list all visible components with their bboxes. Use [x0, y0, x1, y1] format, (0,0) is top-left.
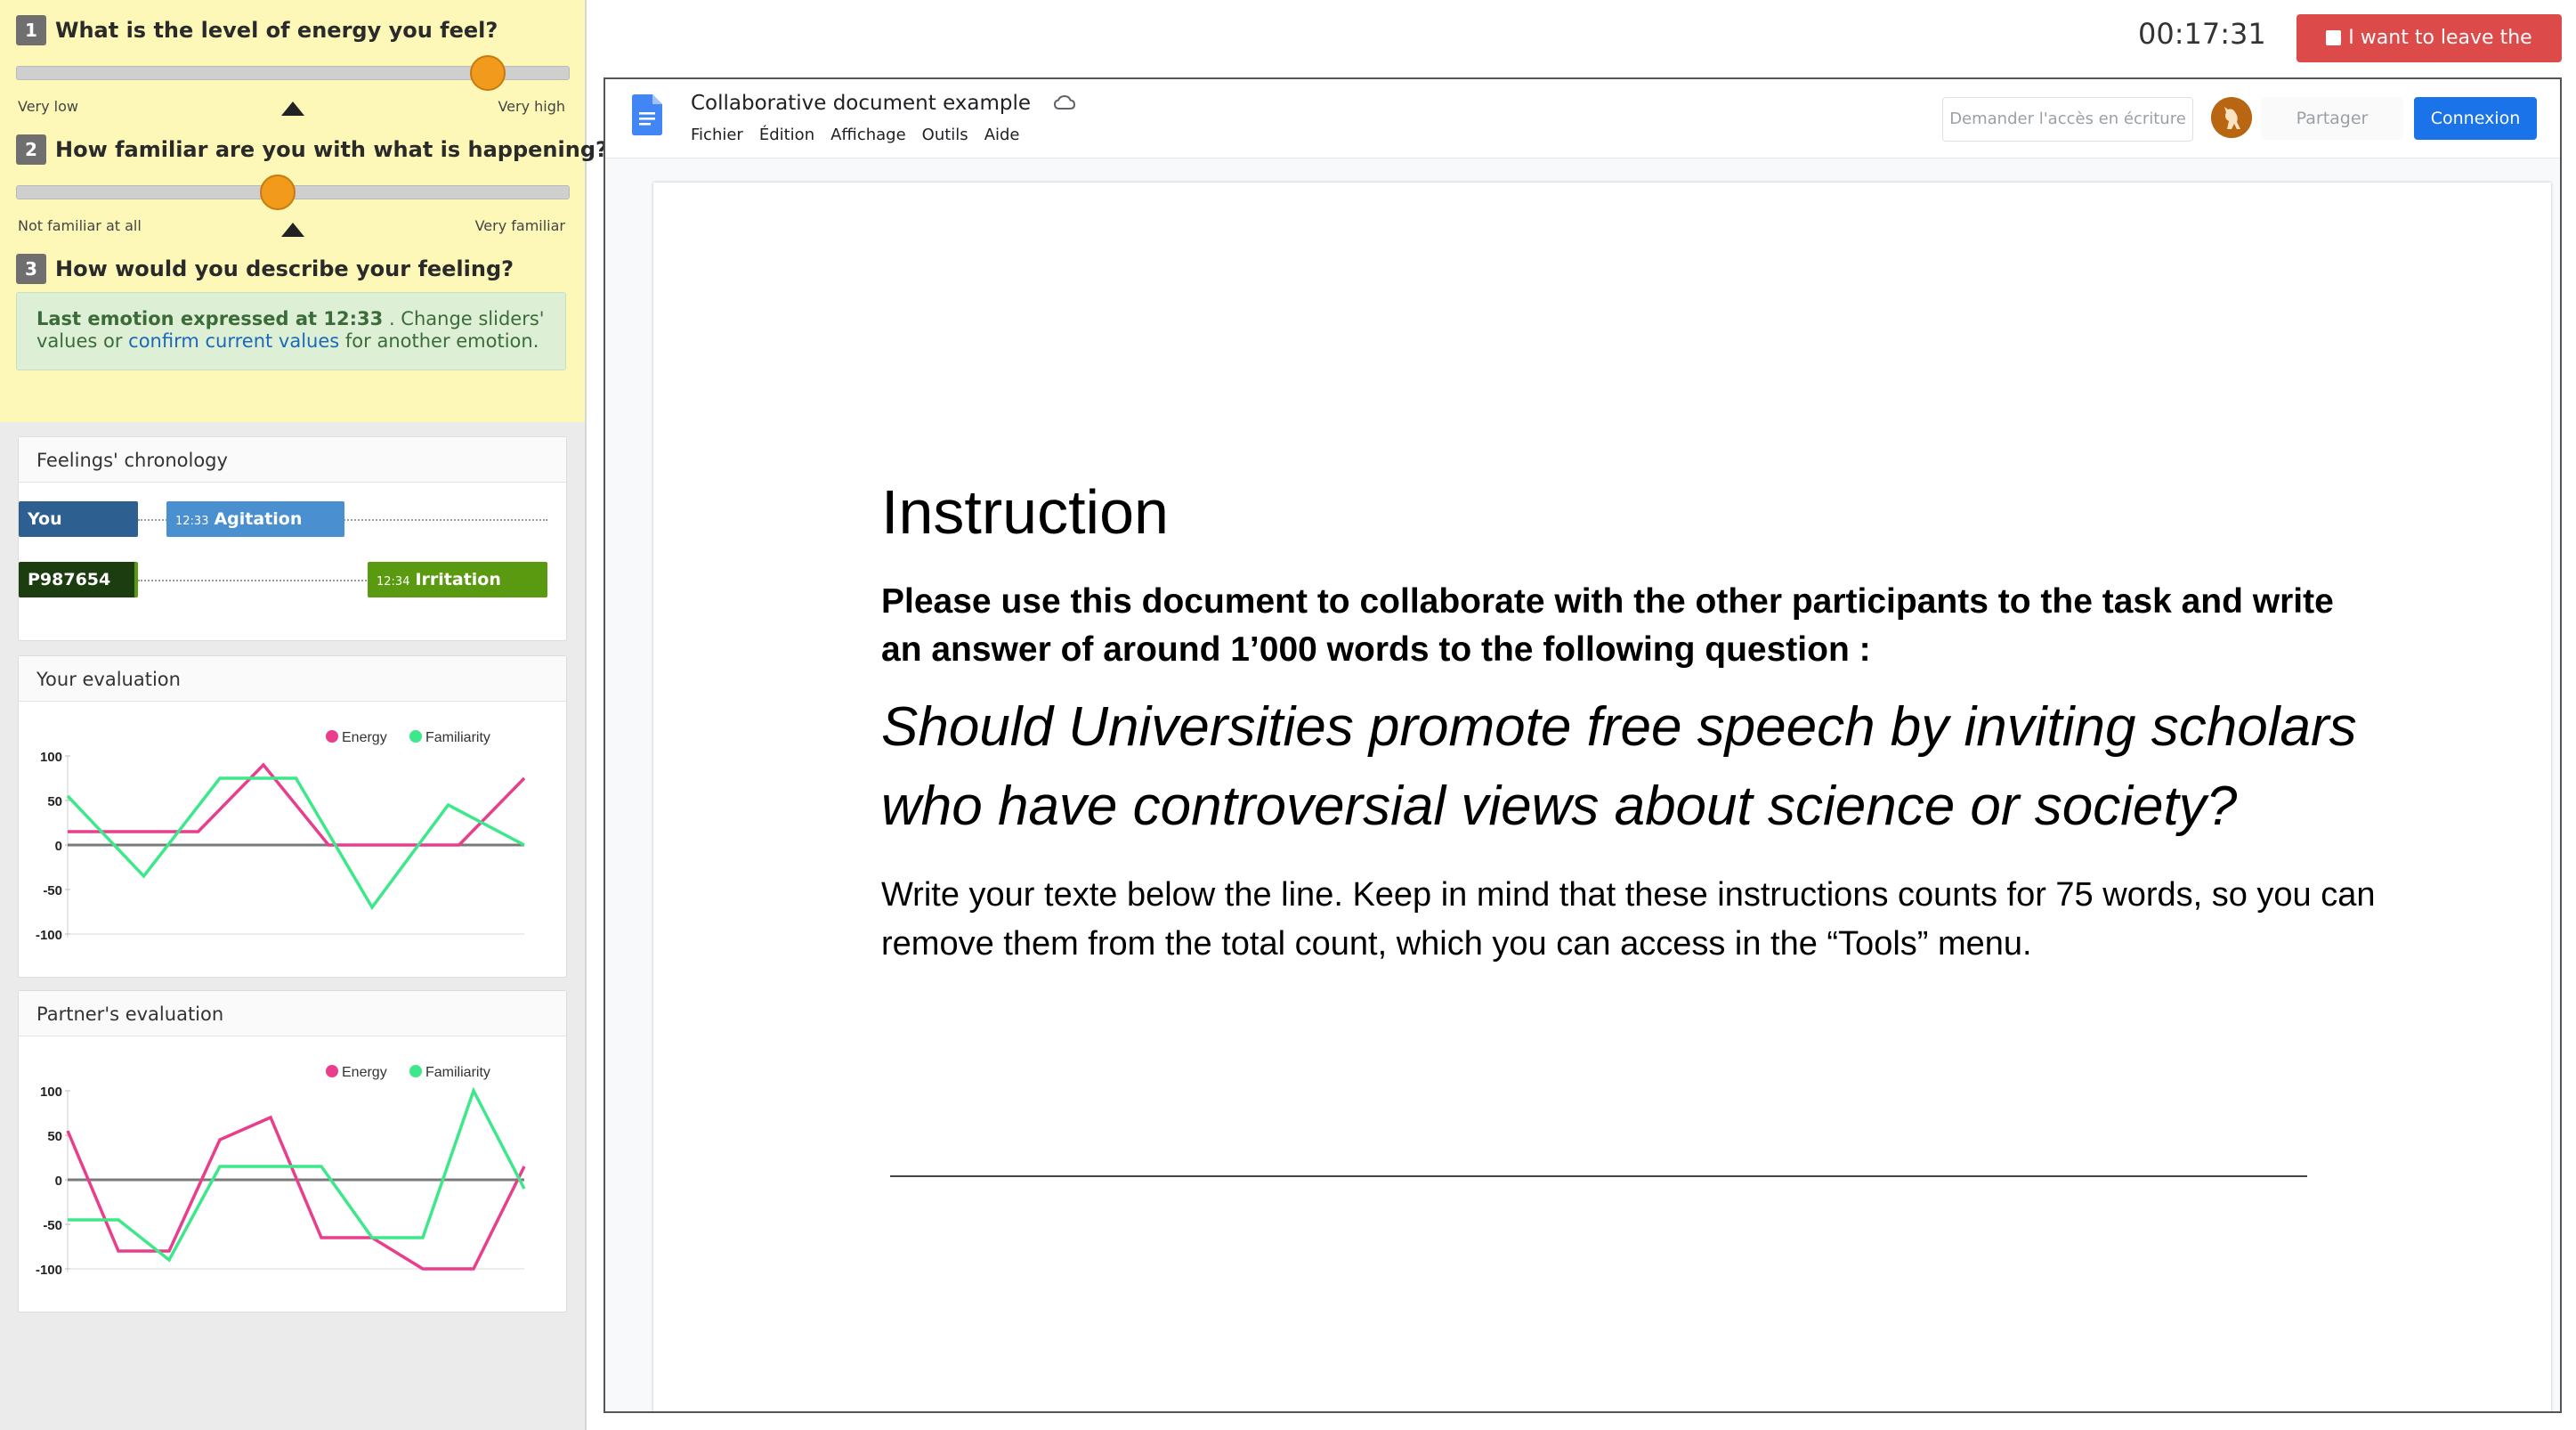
emotion-time: 12:34: [377, 575, 410, 589]
y-tick-label: -100: [36, 1263, 62, 1278]
y-tick-label: 100: [40, 1085, 62, 1100]
series-line-familiarity: [66, 776, 525, 911]
question-3-title: 3 How would you describe your feeling?: [16, 253, 514, 285]
emotion-hint-suffix: for another emotion.: [344, 330, 539, 352]
document-frame: Collaborative document example Fichier É…: [603, 77, 2562, 1413]
share-button[interactable]: Partager: [2261, 97, 2403, 140]
chronology-title: Feelings' chronology: [19, 437, 566, 483]
last-emotion-text: Last emotion expressed at 12:33: [36, 308, 384, 329]
y-tick-label: -50: [43, 1218, 62, 1233]
legend-dot-familiarity: [409, 1065, 422, 1077]
user-avatar[interactable]: [2211, 97, 2252, 138]
partner-evaluation-chart: Energy Familiarity 100 50 0 -50 -100: [36, 1065, 526, 1278]
legend-label-familiarity: Familiarity: [425, 730, 490, 745]
document-title[interactable]: Collaborative document example: [691, 92, 1031, 115]
question-text: How would you describe your feeling?: [55, 256, 514, 281]
confirm-values-link[interactable]: confirm current values: [128, 330, 339, 352]
session-timer: 00:17:31: [2138, 17, 2266, 51]
legend-dot-energy: [326, 730, 338, 743]
legend-label-energy: Energy: [342, 730, 387, 745]
chronology-row-partner: P987654 12:34 Irritation: [19, 562, 548, 599]
kangaroo-avatar-icon: [2211, 97, 2252, 138]
question-text: What is the level of energy you feel?: [55, 18, 498, 43]
request-edit-access-button[interactable]: Demander l'accès en écriture: [1942, 97, 2193, 142]
document-separator-line: [890, 1175, 2307, 1177]
doc-question: Should Universities promote free speech …: [881, 696, 2357, 837]
question-2-title: 2 How familiar are you with what is happ…: [16, 134, 608, 166]
legend-label-familiarity: Familiarity: [425, 1065, 490, 1080]
menu-fichier[interactable]: Fichier: [691, 126, 743, 144]
doc-body-text: Write your texte below the line. Keep in…: [881, 876, 2376, 963]
question-number: 1: [16, 15, 46, 45]
y-tick-label: 50: [47, 1129, 62, 1144]
emotion-name: Agitation: [214, 509, 303, 529]
menu-aide[interactable]: Aide: [984, 126, 1020, 144]
familiarity-max-label: Very familiar: [474, 217, 565, 234]
y-tick-label: 0: [55, 1174, 62, 1189]
docs-logo-icon[interactable]: [632, 94, 662, 135]
emotion-chip-irritation[interactable]: 12:34 Irritation: [368, 562, 547, 597]
your-evaluation-chart: Energy Familiarity 100 50 0 -50 -100: [36, 730, 526, 943]
stop-icon: [2326, 30, 2342, 45]
your-evaluation-card: Your evaluation Energy Familiarity 100 50 0 -…: [18, 655, 567, 978]
partner-evaluation-card: Partner's evaluation Energy Familiarity 10…: [18, 990, 567, 1312]
login-button[interactable]: Connexion: [2414, 97, 2537, 140]
y-tick-label: -50: [43, 883, 62, 898]
questions-section: 1 What is the level of energy you feel? …: [0, 0, 608, 422]
question-number: 3: [16, 254, 46, 284]
y-tick-label: -100: [36, 928, 62, 943]
question-number: 2: [16, 134, 46, 165]
emotion-name: Irritation: [415, 570, 501, 589]
familiarity-min-label: Not familiar at all: [18, 217, 142, 234]
emotion-chip-agitation[interactable]: 12:33 Agitation: [166, 501, 344, 537]
participant-tag-partner: P987654: [19, 562, 138, 597]
y-tick-label: 0: [55, 839, 62, 854]
legend-dot-familiarity: [409, 730, 422, 743]
leave-study-button[interactable]: I want to leave the study: [2297, 14, 2562, 97]
y-tick-label: 100: [40, 750, 62, 765]
legend-dot-energy: [326, 1065, 338, 1077]
menu-affichage[interactable]: Affichage: [830, 126, 906, 144]
menu-edition[interactable]: Édition: [759, 126, 814, 144]
menu-outils[interactable]: Outils: [922, 126, 968, 144]
doc-heading: Instruction: [881, 477, 1169, 547]
chronology-card: Feelings' chronology You 12:33 Agitation …: [18, 436, 567, 641]
slider-center-marker-icon: [281, 223, 304, 237]
y-tick-label: 50: [47, 794, 62, 809]
slider-center-marker-icon: [281, 102, 304, 116]
participant-tag-you: You: [19, 501, 138, 537]
energy-slider-knob[interactable]: [470, 55, 506, 91]
question-1-title: 1 What is the level of energy you feel?: [16, 14, 498, 46]
chronology-row-you: You 12:33 Agitation: [19, 501, 548, 539]
familiarity-slider-knob[interactable]: [260, 175, 296, 210]
partner-evaluation-title: Partner's evaluation: [19, 991, 566, 1036]
legend-label-energy: Energy: [342, 1065, 387, 1080]
document-page[interactable]: Instruction Please use this document to …: [653, 183, 2551, 1411]
cloud-saved-icon: [1054, 94, 1075, 110]
energy-slider[interactable]: [16, 55, 570, 91]
familiarity-slider[interactable]: [16, 175, 570, 210]
question-text: How familiar are you with what is happen…: [55, 137, 608, 162]
emotion-panel: 1 What is the level of energy you feel? …: [0, 0, 608, 1430]
emotion-status-box: Last emotion expressed at 12:33 . Change…: [16, 292, 566, 370]
emotion-time: 12:33: [175, 515, 209, 528]
doc-instruction-bold: Please use this document to collaborate …: [881, 582, 2334, 669]
energy-max-label: Very high: [498, 98, 565, 115]
doc-toolbar: Collaborative document example Fichier É…: [605, 79, 2560, 158]
energy-min-label: Very low: [18, 98, 78, 115]
doc-menu-bar: Fichier Édition Affichage Outils Aide: [691, 126, 1020, 144]
your-evaluation-title: Your evaluation: [19, 656, 566, 702]
